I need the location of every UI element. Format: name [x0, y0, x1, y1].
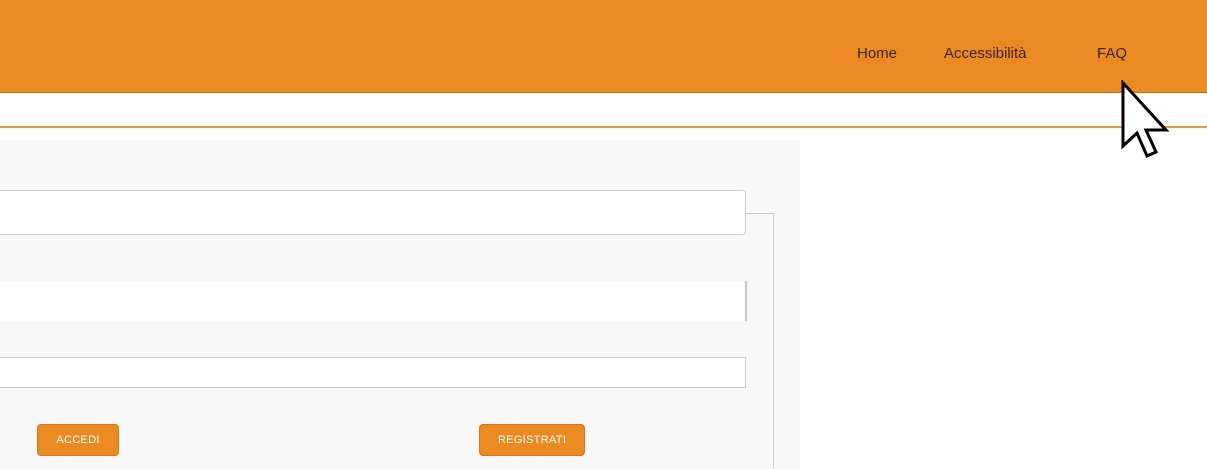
panel-border-frame — [744, 213, 774, 469]
third-input-field[interactable] — [0, 357, 746, 388]
username-field[interactable] — [0, 190, 746, 235]
nav-link-faq[interactable]: FAQ — [1097, 45, 1127, 62]
password-field[interactable] — [0, 281, 747, 321]
nav-link-home[interactable]: Home — [857, 45, 897, 62]
header-divider-line — [0, 126, 1207, 128]
nav-link-accessibility[interactable]: Accessibilità — [944, 45, 1027, 62]
top-header-bar: Home Accessibilità FAQ — [0, 0, 1207, 93]
register-button[interactable]: REGISTRATI — [479, 424, 585, 456]
mouse-pointer-icon — [1121, 80, 1170, 158]
login-button[interactable]: ACCEDI — [37, 424, 119, 456]
